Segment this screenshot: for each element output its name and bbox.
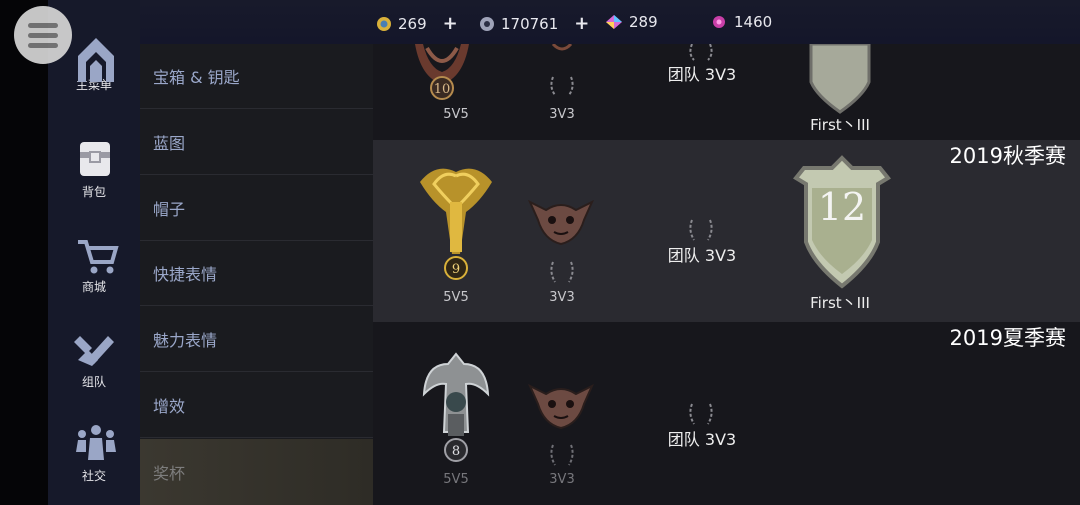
essence-amount: 1460: [734, 13, 773, 31]
essence-currency: 1460: [710, 13, 772, 31]
menu-item-blueprints[interactable]: 蓝图: [140, 110, 373, 175]
shield-rank-number: 12: [818, 185, 866, 229]
5v5-trophy-icon: 8: [422, 352, 490, 462]
3v3-label: 3V3: [549, 107, 575, 122]
5v5-badge-number: 8: [452, 444, 460, 459]
sidebar: 主菜单 背包 商城 组队 社交: [48, 0, 140, 505]
rank-label: First丶III: [810, 294, 870, 312]
5v5-trophy-icon: 10: [415, 44, 469, 100]
season-title: 2019夏季赛: [949, 326, 1066, 350]
menu-item-trophies[interactable]: 奖杯: [140, 439, 373, 505]
add-silver-button[interactable]: +: [574, 13, 589, 34]
sidebar-item-social[interactable]: 社交: [48, 422, 140, 483]
3v3-laurel-icon: [550, 261, 574, 283]
menu-item-charm-emotes[interactable]: 魅力表情: [140, 307, 373, 372]
team-3v3-label: 团队 3V3: [667, 246, 737, 265]
gold-amount: 269: [398, 14, 427, 33]
team-laurel-icon: [689, 44, 713, 61]
category-menu: 宝箱 & 钥匙 蓝图 帽子 快捷表情 魅力表情 增效 奖杯: [140, 44, 373, 505]
3v3-label: 3V3: [549, 472, 575, 487]
sidebar-item-label: 商城: [81, 280, 106, 294]
gem-currency: 289: [605, 13, 658, 31]
3v3-goblin-trophy-icon: [527, 199, 595, 246]
add-gold-button[interactable]: +: [443, 13, 458, 34]
sidebar-item-team[interactable]: 组队: [48, 330, 140, 389]
sidebar-item-label: 背包: [81, 185, 106, 199]
essence-orb-icon: [713, 16, 725, 28]
5v5-badge-number: 9: [452, 262, 460, 277]
team-3v3-label: 团队 3V3: [667, 65, 737, 84]
5v5-label: 5V5: [443, 290, 469, 305]
gem-amount: 289: [629, 13, 658, 31]
silver-amount: 170761: [501, 14, 559, 33]
3v3-label: 3V3: [549, 290, 575, 305]
menu-item-boosts[interactable]: 增效: [140, 373, 373, 438]
trophy-row: 10 5V5 3V3 团队 3V3 First丶III: [373, 44, 1080, 140]
5v5-trophy-icon: 9: [420, 168, 492, 280]
handshake-icon: [74, 336, 114, 366]
hamburger-menu-button[interactable]: [14, 6, 72, 64]
sidebar-item-store[interactable]: 商城: [48, 236, 140, 294]
gem-icon: [606, 15, 622, 29]
rank-shield-icon: 12: [793, 155, 891, 289]
season-title: 2019秋季赛: [949, 144, 1066, 168]
silver-currency: 170761 +: [479, 13, 589, 34]
left-edge: [0, 0, 48, 505]
5v5-badge-number: 10: [434, 82, 451, 97]
gold-currency: 269 +: [376, 13, 458, 34]
backpack-icon: [80, 142, 110, 176]
cart-icon: [78, 240, 119, 274]
3v3-trophy-edge: [551, 44, 573, 51]
gold-coin-icon: [377, 16, 391, 31]
trophy-row: 2019夏季赛 8 5V5 3V3 团队 3V3: [373, 322, 1080, 505]
sidebar-item-backpack[interactable]: 背包: [48, 138, 140, 199]
5v5-label: 5V5: [443, 107, 469, 122]
currency-bar: 269 + 170761 + 289 1460: [140, 0, 1080, 44]
hamburger-line: [28, 33, 58, 38]
trophy-list: 10 5V5 3V3 团队 3V3 First丶III 2019秋季赛 9 5V…: [373, 44, 1080, 505]
3v3-laurel-icon: [550, 76, 574, 96]
team-3v3-label: 团队 3V3: [667, 430, 737, 449]
3v3-laurel-icon: [550, 444, 574, 466]
hamburger-line: [28, 23, 58, 28]
rank-shield-icon: [809, 44, 871, 114]
3v3-goblin-trophy-icon: [527, 383, 595, 430]
sidebar-item-label: 社交: [81, 469, 106, 483]
trophy-row: 2019秋季赛 9 5V5 3V3 团队 3V3 12 First丶III: [373, 140, 1080, 322]
menu-item-chests-keys[interactable]: 宝箱 & 钥匙: [140, 44, 373, 109]
people-icon: [76, 425, 116, 460]
rank-label: First丶III: [810, 116, 870, 134]
menu-item-hats[interactable]: 帽子: [140, 176, 373, 241]
silver-coin-icon: [480, 16, 494, 31]
5v5-label: 5V5: [443, 472, 469, 487]
hamburger-line: [28, 43, 58, 48]
menu-item-quick-emotes[interactable]: 快捷表情: [140, 241, 373, 306]
sidebar-item-label: 组队: [81, 375, 106, 389]
